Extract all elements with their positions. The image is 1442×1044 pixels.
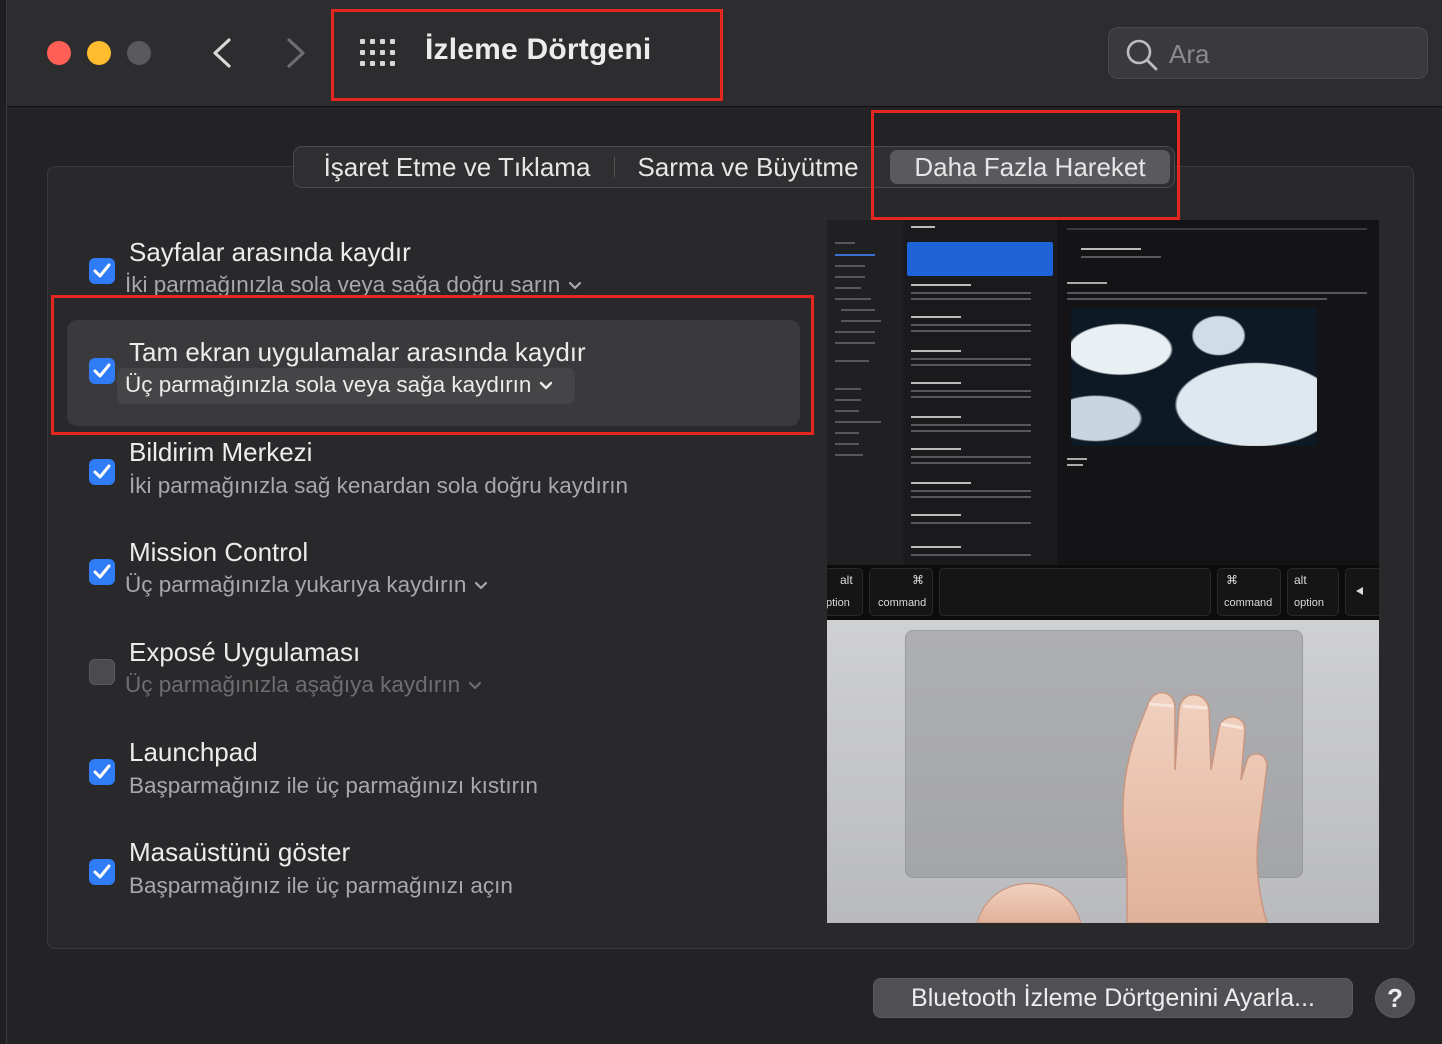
checkmark-icon [93,464,111,479]
preview-laptop-deck [827,620,1379,923]
checkmark-icon [93,564,111,579]
checkbox-launchpad[interactable] [89,759,115,785]
checkbox-app-expose[interactable] [89,659,115,685]
checkbox-mission-control[interactable] [89,559,115,585]
gesture-subtitle: Üç parmağınızla aşağıya kaydırın [125,672,461,697]
gesture-subtitle: Başparmağınız ile üç parmağınızı kıstırı… [129,773,538,798]
help-button[interactable]: ? [1375,978,1415,1018]
gesture-subtitle: Üç parmağınızla sola veya sağa kaydırın [125,372,532,397]
gesture-title: Mission Control [129,537,309,567]
window-title: İzleme Dörtgeni [425,33,652,66]
gesture-menu[interactable]: Üç parmağınızla aşağıya kaydırın [125,672,482,698]
preferences-window: İzleme Dörtgeni İşaret Etme ve Tıklama S… [6,0,1442,1044]
gesture-title: Exposé Uygulaması [129,637,361,667]
close-window-button[interactable] [47,41,71,65]
preview-mail-screen [827,220,1379,565]
search-icon [1126,39,1158,71]
preview-key-command-left: ⌘ command [869,568,933,616]
chevron-down-icon [475,581,488,590]
gesture-title: Sayfalar arasında kaydır [129,237,411,267]
gesture-menu[interactable]: Üç parmağınızla sola veya sağa kaydırın [125,372,553,398]
chevron-down-icon [540,381,553,390]
gesture-subtitle: Başparmağınız ile üç parmağınızı açın [129,873,513,898]
tab-separator [614,157,615,177]
checkmark-icon [93,864,111,879]
forward-button[interactable] [275,30,315,76]
checkbox-show-desktop[interactable] [89,859,115,885]
search-field[interactable] [1108,27,1428,79]
checkmark-icon [93,263,111,278]
gesture-title: Bildirim Merkezi [129,437,313,467]
gesture-title: Masaüstünü göster [129,837,351,867]
preview-key-arrow-left [1345,568,1379,616]
gesture-subtitle: Üç parmağınızla yukarıya kaydırın [125,572,467,597]
tab-more-gestures[interactable]: Daha Fazla Hareket [890,150,1170,184]
preview-selected-message [907,242,1053,276]
gesture-subtitle: İki parmağınızla sola veya sağa doğru sa… [125,272,561,297]
tab-scroll-and-zoom[interactable]: Sarma ve Büyütme [622,147,874,187]
chevron-down-icon [569,281,582,290]
checkbox-notification-center[interactable] [89,459,115,485]
preview-key-option-right: alt option [1287,568,1339,616]
setup-bluetooth-trackpad-button[interactable]: Bluetooth İzleme Dörtgenini Ayarla... [873,978,1353,1018]
checkbox-swipe-pages[interactable] [89,258,115,284]
hand-fingers-icon [976,692,1268,923]
chevron-down-icon [469,681,482,690]
gesture-title: Tam ekran uygulamalar arasında kaydır [129,337,586,367]
tab-point-and-click[interactable]: İşaret Etme ve Tıklama [306,147,608,187]
minimize-window-button[interactable] [87,41,111,65]
title-bar: İzleme Dörtgeni [7,0,1442,107]
gesture-menu[interactable]: İki parmağınızla sola veya sağa doğru sa… [125,272,582,298]
gesture-menu[interactable]: Üç parmağınızla yukarıya kaydırın [125,572,488,598]
preview-mail-sidebar [827,220,903,565]
preview-key-option-left: alt ption [827,568,863,616]
arrow-left-icon [1356,587,1363,595]
preview-ice-image [1071,308,1317,446]
preview-keyboard-row: alt ption ⌘ command ⌘ command alt option [827,565,1379,620]
checkbox-swipe-fullscreen-apps[interactable] [89,358,115,384]
back-button[interactable] [203,30,243,76]
preview-key-command-right: ⌘ command [1217,568,1281,616]
checkmark-icon [93,764,111,779]
zoom-window-button[interactable] [127,41,151,65]
preview-key-space [939,568,1211,616]
search-input[interactable] [1167,36,1411,72]
gesture-title: Launchpad [129,737,258,767]
show-all-grid-icon[interactable] [359,38,397,68]
tab-bar: İşaret Etme ve Tıklama Sarma ve Büyütme … [293,146,1175,188]
gesture-subtitle: İki parmağınızla sağ kenardan sola doğru… [129,473,629,498]
chevron-right-icon [287,38,305,68]
checkmark-icon [93,363,111,378]
chevron-left-icon [213,38,231,68]
gesture-preview: alt ption ⌘ command ⌘ command alt option [827,220,1379,923]
